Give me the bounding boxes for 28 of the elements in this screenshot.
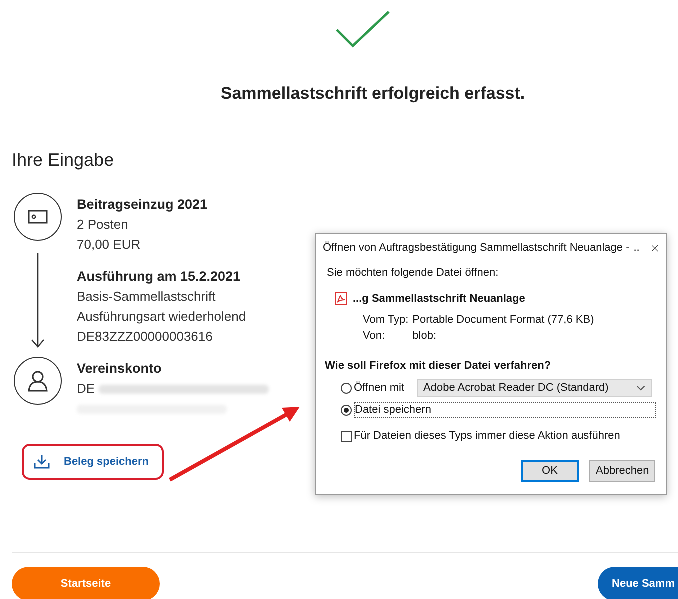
detail-label: Von: <box>363 330 386 342</box>
save-receipt-button[interactable]: Beleg speichern <box>22 444 164 480</box>
entry-detail: Ausführungsart wiederholend <box>77 308 246 326</box>
ok-button[interactable]: OK <box>521 460 579 482</box>
entry-title: Vereinskonto <box>77 360 162 378</box>
app-dropdown[interactable]: Adobe Acrobat Reader DC (Standard) <box>416 379 652 397</box>
entry-detail: Basis-Sammellastschrift <box>77 288 216 306</box>
dialog-title: .. <box>634 242 640 254</box>
entry-detail: DE83ZZZ00000003616 <box>77 328 213 346</box>
entry-detail: DE <box>77 380 96 398</box>
entry-detail: 70,00 EUR <box>77 236 141 254</box>
detail-label: Vom Typ: <box>363 314 409 326</box>
new-transfer-button[interactable]: Neue Samm <box>598 567 678 599</box>
entry-title: Ausführung am 15.2.2021 <box>77 268 241 286</box>
dialog-prompt: Sie möchten folgende Datei öffnen: <box>327 267 500 279</box>
option-label[interactable]: Datei speichern <box>354 402 656 418</box>
cancel-button[interactable]: Abbrechen <box>589 460 655 482</box>
entry-detail: 2 Posten <box>77 216 128 234</box>
section-title: Ihre Eingabe <box>12 150 116 171</box>
dialog-question: Wie soll Firefox mit dieser Datei verfahren? <box>325 360 552 372</box>
dialog-title: Öffnen von Auftragsbestätigung Sammellastschrift Neuanlage - <box>323 242 630 254</box>
checkbox-label[interactable]: Für Dateien dieses Typs immer diese Aktion ausführen <box>354 430 620 442</box>
success-title: Sammellastschrift erfolgreich erfasst. <box>220 84 526 104</box>
option-label[interactable]: Öffnen mit <box>354 382 405 394</box>
entry-title: Beitragseinzug 2021 <box>77 196 208 214</box>
file-name: ...g Sammellastschrift Neuanlage <box>353 292 526 304</box>
detail-value: Portable Document Format (77,6 KB) <box>412 314 594 326</box>
detail-value: blob: <box>412 330 438 342</box>
